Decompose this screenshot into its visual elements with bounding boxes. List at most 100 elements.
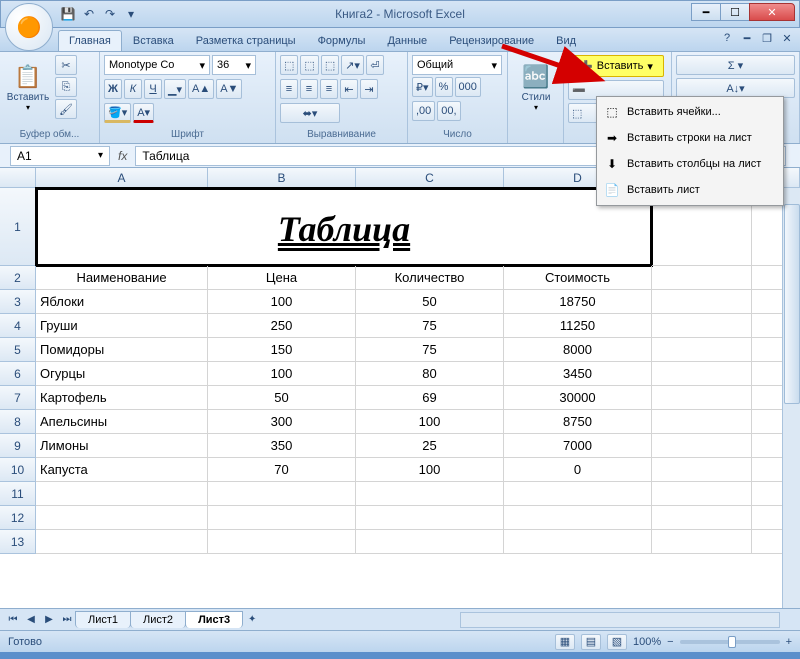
cell[interactable] [652, 362, 752, 386]
redo-icon[interactable]: ↷ [101, 5, 119, 23]
decrease-font-button[interactable]: A▼ [216, 79, 242, 99]
group-number-label[interactable]: Число [412, 128, 503, 141]
cell[interactable] [652, 266, 752, 290]
cell[interactable]: 25 [356, 434, 504, 458]
cell[interactable] [652, 506, 752, 530]
qat-dropdown-icon[interactable]: ▾ [122, 5, 140, 23]
cell-a1-merged[interactable]: Таблица [36, 188, 652, 266]
cell[interactable]: 100 [208, 290, 356, 314]
tab-nav-prev[interactable]: ◀ [22, 611, 40, 629]
align-middle-button[interactable]: ⬚ [300, 55, 318, 75]
cell[interactable]: 80 [356, 362, 504, 386]
cell[interactable]: Яблоки [36, 290, 208, 314]
cell[interactable] [208, 482, 356, 506]
close-button[interactable]: ✕ [749, 3, 795, 21]
tab-view[interactable]: Вид [545, 30, 587, 51]
cell[interactable]: 30000 [504, 386, 652, 410]
format-painter-button[interactable]: 🖌 [55, 99, 77, 119]
cell[interactable]: 0 [504, 458, 652, 482]
cell[interactable]: 100 [356, 458, 504, 482]
undo-icon[interactable]: ↶ [80, 5, 98, 23]
percent-button[interactable]: % [435, 77, 453, 97]
cell[interactable]: 350 [208, 434, 356, 458]
cell[interactable]: 18750 [504, 290, 652, 314]
font-size-combo[interactable]: 36▾ [212, 55, 256, 75]
align-bottom-button[interactable]: ⬚ [321, 55, 339, 75]
tab-nav-next[interactable]: ▶ [40, 611, 58, 629]
bold-button[interactable]: Ж [104, 79, 122, 99]
cell[interactable]: 8000 [504, 338, 652, 362]
cell[interactable] [504, 530, 652, 554]
cell[interactable]: Огурцы [36, 362, 208, 386]
view-normal-button[interactable]: ▦ [555, 634, 575, 650]
wrap-text-button[interactable]: ⏎ [366, 55, 384, 75]
font-name-combo[interactable]: Monotype Co▾ [104, 55, 210, 75]
cell[interactable]: 300 [208, 410, 356, 434]
sort-filter-button[interactable]: A↓▾ [676, 78, 795, 98]
tab-home[interactable]: Главная [58, 30, 122, 51]
cell[interactable] [652, 434, 752, 458]
cell[interactable] [652, 458, 752, 482]
row-header-7[interactable]: 7 [0, 386, 36, 410]
zoom-level[interactable]: 100% [633, 636, 661, 648]
doc-restore-icon[interactable]: ❐ [760, 31, 774, 45]
menu-insert-sheet[interactable]: 📄Вставить лист [599, 177, 781, 203]
cell[interactable]: 150 [208, 338, 356, 362]
row-header-13[interactable]: 13 [0, 530, 36, 554]
align-right-button[interactable]: ≡ [320, 79, 338, 99]
styles-button[interactable]: 🔤 Стили ▾ [512, 55, 560, 121]
maximize-button[interactable]: ☐ [720, 3, 750, 21]
save-icon[interactable]: 💾 [59, 5, 77, 23]
decrease-indent-button[interactable]: ⇤ [340, 79, 358, 99]
column-header-a[interactable]: A [36, 168, 208, 187]
cell[interactable]: Лимоны [36, 434, 208, 458]
cell[interactable] [652, 482, 752, 506]
help-icon[interactable]: ? [720, 31, 734, 45]
italic-button[interactable]: К [124, 79, 142, 99]
cell[interactable]: 250 [208, 314, 356, 338]
cell[interactable] [652, 290, 752, 314]
cell[interactable] [652, 410, 752, 434]
row-header-8[interactable]: 8 [0, 410, 36, 434]
cell[interactable] [504, 506, 652, 530]
menu-insert-rows[interactable]: ➡Вставить строки на лист [599, 125, 781, 151]
increase-indent-button[interactable]: ⇥ [360, 79, 378, 99]
column-header-c[interactable]: C [356, 168, 504, 187]
cell[interactable]: 8750 [504, 410, 652, 434]
comma-style-button[interactable]: 000 [455, 77, 481, 97]
row-header-1[interactable]: 1 [0, 188, 36, 266]
group-alignment-label[interactable]: Выравнивание [280, 128, 403, 141]
fill-color-button[interactable]: 🪣▾ [104, 103, 131, 123]
orientation-button[interactable]: ↗▾ [341, 55, 364, 75]
select-all-corner[interactable] [0, 168, 36, 187]
cell[interactable] [36, 482, 208, 506]
cell[interactable]: 100 [208, 362, 356, 386]
zoom-in-button[interactable]: + [786, 636, 792, 648]
office-button[interactable]: 🟠 [5, 3, 53, 51]
view-pagebreak-button[interactable]: ▧ [607, 634, 627, 650]
tab-formulas[interactable]: Формулы [307, 30, 377, 51]
group-font-label[interactable]: Шрифт [104, 128, 271, 141]
cell[interactable] [208, 530, 356, 554]
increase-decimal-button[interactable]: ,00 [412, 101, 435, 121]
cell[interactable] [504, 482, 652, 506]
tab-page-layout[interactable]: Разметка страницы [185, 30, 307, 51]
row-header-6[interactable]: 6 [0, 362, 36, 386]
fx-icon[interactable]: fx [118, 149, 127, 163]
align-left-button[interactable]: ≡ [280, 79, 298, 99]
view-layout-button[interactable]: ▤ [581, 634, 601, 650]
group-clipboard-label[interactable]: Буфер обм... [4, 128, 95, 141]
tab-review[interactable]: Рецензирование [438, 30, 545, 51]
minimize-button[interactable]: ━ [691, 3, 721, 21]
cell[interactable] [652, 386, 752, 410]
row-header-11[interactable]: 11 [0, 482, 36, 506]
zoom-slider[interactable] [680, 640, 780, 644]
align-top-button[interactable]: ⬚ [280, 55, 298, 75]
cell[interactable]: 3450 [504, 362, 652, 386]
cell[interactable]: 7000 [504, 434, 652, 458]
new-sheet-icon[interactable]: ✦ [243, 611, 261, 629]
insert-cells-button[interactable]: ➕ Вставить ▾ [568, 55, 664, 77]
border-bottom-icon[interactable]: ▁▾ [164, 79, 186, 99]
tab-nav-first[interactable]: ⏮ [4, 611, 22, 629]
column-header-b[interactable]: B [208, 168, 356, 187]
